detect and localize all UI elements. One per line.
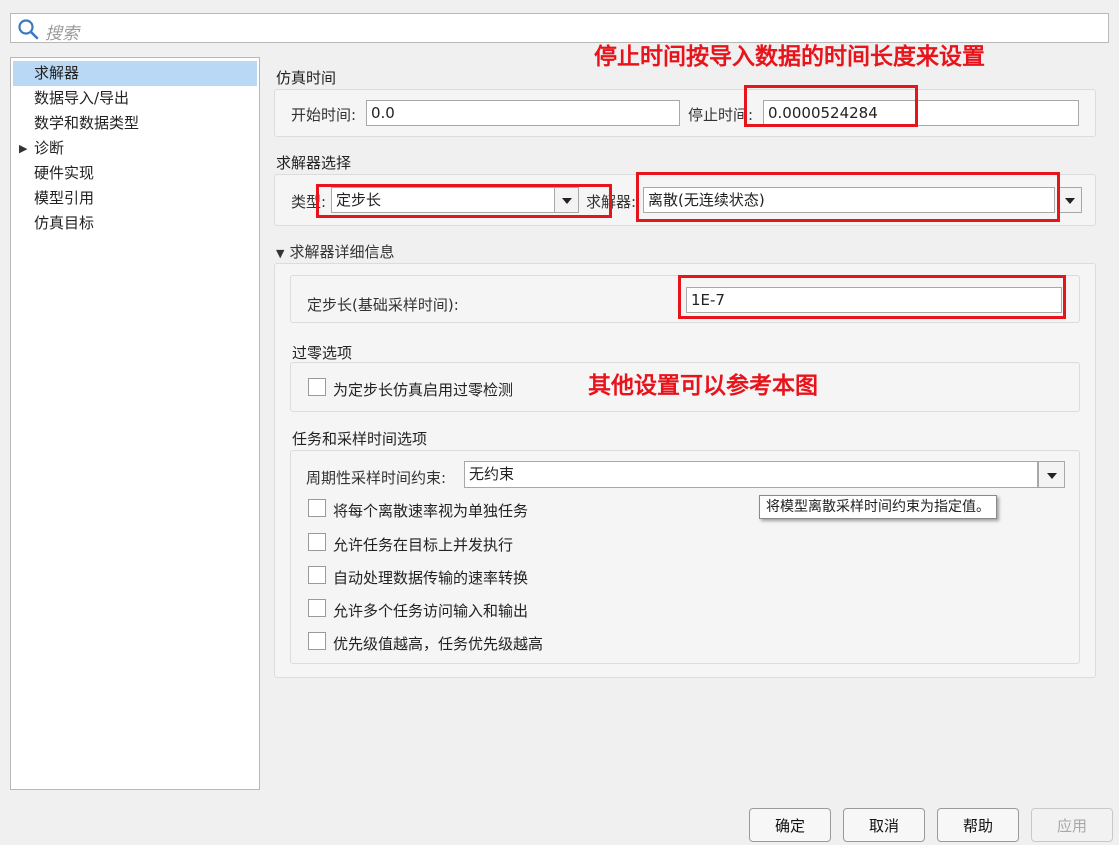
- highlight-box-solver-type: [316, 184, 612, 218]
- collapse-arrow-icon: ▼: [276, 247, 285, 260]
- solver-details-title: 求解器详细信息: [289, 243, 395, 261]
- step-size-label: 定步长(基础采样时间):: [307, 296, 459, 314]
- solver-details-header[interactable]: ▼ 求解器详细信息: [276, 241, 394, 262]
- sidebar-item-label: 诊断: [34, 139, 65, 157]
- sidebar-item-label: 仿真目标: [34, 214, 95, 232]
- help-button[interactable]: 帮助: [937, 808, 1019, 842]
- sample-constraint-dropdown-icon[interactable]: [1038, 461, 1065, 488]
- zero-crossing-title: 过零选项: [292, 344, 353, 362]
- sidebar-item-label: 数学和数据类型: [34, 114, 140, 132]
- sim-time-title: 仿真时间: [276, 69, 337, 87]
- solver-dropdown-icon[interactable]: [1058, 187, 1082, 213]
- start-time-input[interactable]: 0.0: [366, 100, 680, 126]
- discrete-rate-task-checkbox[interactable]: [308, 499, 326, 517]
- sidebar-item-label: 数据导入/导出: [34, 89, 130, 107]
- sidebar-item-hardware-implementation[interactable]: 硬件实现: [13, 161, 257, 186]
- tooltip: 将模型离散采样时间约束为指定值。: [759, 495, 997, 519]
- checkbox-label: 自动处理数据传输的速率转换: [333, 569, 529, 587]
- checkbox-label: 将每个离散速率视为单独任务: [333, 502, 529, 520]
- concurrent-tasks-checkbox[interactable]: [308, 533, 326, 551]
- checkbox-label: 优先级值越高，任务优先级越高: [333, 635, 544, 653]
- cancel-button[interactable]: 取消: [843, 808, 925, 842]
- priority-checkbox[interactable]: [308, 632, 326, 650]
- apply-button[interactable]: 应用: [1031, 808, 1113, 842]
- checkbox-label: 允许任务在目标上并发执行: [333, 536, 514, 554]
- sidebar-item-solver[interactable]: 求解器: [13, 61, 257, 86]
- sidebar-item-label: 求解器: [34, 64, 80, 82]
- sidebar-item-math-data-types[interactable]: 数学和数据类型: [13, 111, 257, 136]
- sidebar-item-label: 模型引用: [34, 189, 95, 207]
- multi-task-io-checkbox[interactable]: [308, 599, 326, 617]
- expand-arrow-icon[interactable]: ▶: [19, 136, 27, 161]
- solver-selection-title: 求解器选择: [276, 154, 352, 172]
- rate-transition-checkbox[interactable]: [308, 566, 326, 584]
- ok-button[interactable]: 确定: [749, 808, 831, 842]
- sidebar-item-model-referencing[interactable]: 模型引用: [13, 186, 257, 211]
- sample-constraint-label: 周期性采样时间约束:: [306, 469, 447, 487]
- annotation-text-middle: 其他设置可以参考本图: [588, 373, 818, 399]
- start-time-label: 开始时间:: [291, 106, 357, 124]
- checkbox-label: 允许多个任务访问输入和输出: [333, 602, 529, 620]
- sidebar-item-diagnostics[interactable]: ▶ 诊断: [13, 136, 257, 161]
- sidebar-item-label: 硬件实现: [34, 164, 95, 182]
- highlight-box-solver: [636, 172, 1060, 222]
- highlight-box-stop-time: [744, 85, 918, 127]
- sample-constraint-select[interactable]: 无约束: [464, 461, 1038, 488]
- search-icon: [18, 19, 39, 40]
- zero-crossing-checkbox-label: 为定步长仿真启用过零检测: [333, 381, 514, 399]
- tasks-title: 任务和采样时间选项: [292, 430, 428, 448]
- search-placeholder: 搜索: [45, 24, 79, 44]
- zero-crossing-checkbox[interactable]: [308, 378, 326, 396]
- sidebar-item-data-import-export[interactable]: 数据导入/导出: [13, 86, 257, 111]
- highlight-box-step-size: [678, 275, 1066, 319]
- annotation-text-top: 停止时间按导入数据的时间长度来设置: [594, 44, 985, 70]
- settings-tree: 求解器 数据导入/导出 数学和数据类型 ▶ 诊断 硬件实现 模型引用 仿真目标: [10, 57, 260, 790]
- sidebar-item-simulation-target[interactable]: 仿真目标: [13, 211, 257, 236]
